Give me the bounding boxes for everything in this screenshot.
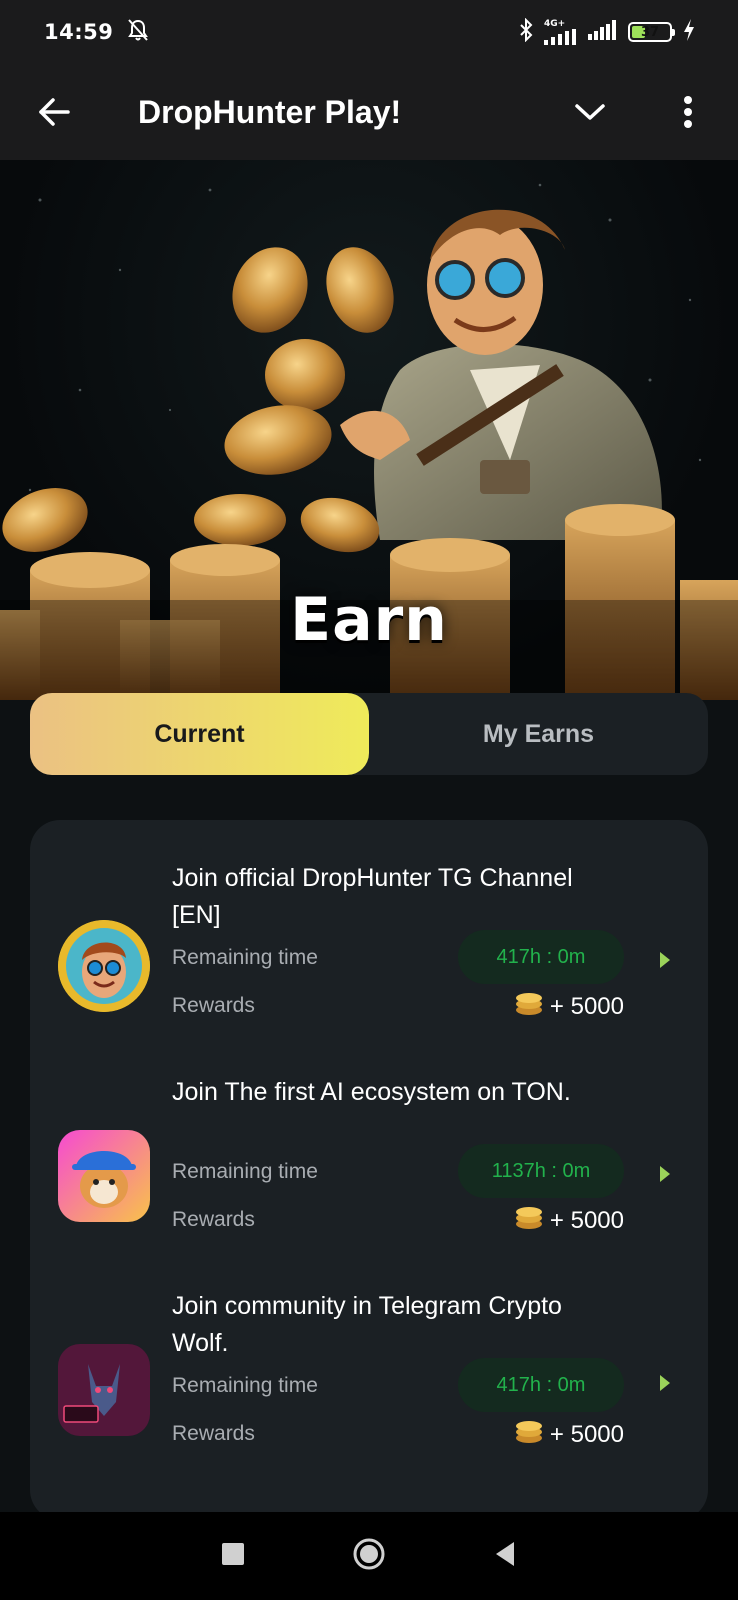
chevron-down-icon[interactable] (570, 92, 610, 132)
battery-icon: 37 (628, 22, 675, 42)
system-nav-bar (0, 1512, 738, 1600)
remaining-time-label: Remaining time (172, 946, 318, 969)
chevron-right-icon (660, 1375, 670, 1391)
chevron-right-icon (660, 952, 670, 968)
signal-icon (544, 28, 576, 45)
remaining-time-pill: 417h : 0m (458, 930, 624, 984)
signal-icon (588, 20, 618, 44)
hero-title: Earn (290, 585, 448, 655)
app-actions (570, 92, 708, 132)
reward-amount: + 5000 (514, 1204, 624, 1237)
reward-value: + 5000 (549, 1420, 624, 1448)
reward-amount: + 5000 (514, 990, 624, 1023)
chevron-right-icon (660, 1166, 670, 1182)
tab-current[interactable]: Current (30, 693, 369, 775)
back-triangle-icon[interactable] (494, 1541, 516, 1571)
rewards-label: Rewards (172, 994, 255, 1017)
bluetooth-icon (518, 17, 534, 46)
app-bar: DropHunter Play! (0, 64, 738, 160)
tab-bar: Current My Earns (30, 693, 708, 775)
reward-amount: + 5000 (514, 1418, 624, 1451)
mute-bell-icon (127, 18, 149, 46)
remaining-time-pill: 417h : 0m (458, 1358, 624, 1412)
app-title: DropHunter Play! (138, 93, 402, 130)
task-title: Join The first AI ecosystem on TON. (172, 1078, 571, 1106)
task-item[interactable]: Join official DropHunter TG Channel [EN]… (30, 860, 708, 1060)
coin-stack-icon (514, 990, 544, 1023)
crypto-wolf-logo (58, 1344, 150, 1436)
reward-value: + 5000 (549, 1206, 624, 1234)
ai-ecosystem-logo (58, 1130, 150, 1222)
network-label: 4G+ (544, 18, 566, 29)
reward-value: + 5000 (549, 992, 624, 1020)
coin-stack-icon (514, 1204, 544, 1237)
hero-banner: Earn (0, 160, 738, 700)
status-bar: 14:59 4G+ 37 (0, 0, 738, 64)
task-item[interactable]: Join community in Telegram Crypto Wolf. … (30, 1288, 708, 1488)
rewards-label: Rewards (172, 1422, 255, 1445)
more-vert-icon[interactable] (668, 92, 708, 132)
back-arrow-icon[interactable] (34, 92, 74, 132)
task-title: Join community in Telegram Crypto Wolf. (172, 1292, 562, 1357)
remaining-time-label: Remaining time (172, 1160, 318, 1183)
task-item[interactable]: Join The first AI ecosystem on TON. Rema… (30, 1074, 708, 1274)
charging-icon (682, 18, 696, 46)
recents-square-icon[interactable] (222, 1543, 244, 1569)
task-list-card: Join official DropHunter TG Channel [EN]… (30, 820, 708, 1520)
tab-my-earns[interactable]: My Earns (369, 693, 708, 775)
status-time: 14:59 (44, 20, 114, 44)
status-left: 14:59 (44, 18, 149, 46)
coin-stack-icon (514, 1418, 544, 1451)
remaining-time-label: Remaining time (172, 1374, 318, 1397)
battery-level: 37 (640, 24, 660, 40)
home-circle-icon[interactable] (352, 1537, 386, 1575)
rewards-label: Rewards (172, 1208, 255, 1231)
remaining-time-pill: 1137h : 0m (458, 1144, 624, 1198)
screen: 14:59 4G+ 37 DropHunter Play! Earn Curre… (0, 0, 738, 1600)
dropHunter-logo (58, 920, 150, 1012)
status-right: 4G+ 37 (518, 17, 696, 46)
task-title: Join official DropHunter TG Channel [EN] (172, 864, 573, 929)
network-indicator: 4G+ (544, 18, 578, 45)
